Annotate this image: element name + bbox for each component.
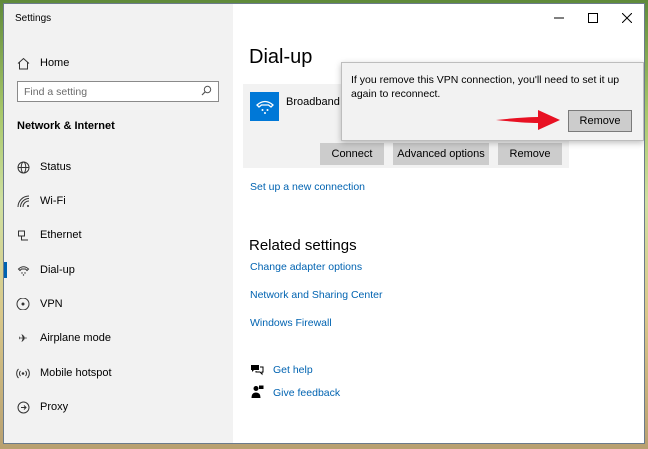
get-help-link[interactable]: Get help [273, 364, 313, 376]
sidebar-item-vpn[interactable]: VPN [4, 291, 233, 317]
sidebar-item-proxy[interactable]: Proxy [4, 394, 233, 420]
minimize-icon[interactable] [542, 4, 576, 32]
flyout-message: If you remove this VPN connection, you'l… [351, 74, 620, 100]
globe-icon [16, 160, 30, 174]
section-title: Network & Internet [17, 120, 115, 132]
close-icon[interactable] [610, 4, 644, 32]
sidebar-item-label: Dial-up [40, 264, 75, 276]
sidebar-item-hotspot[interactable]: Mobile hotspot [4, 360, 233, 386]
wifi-icon [16, 194, 30, 208]
dialup-connection-icon [250, 92, 279, 121]
window-title: Settings [15, 13, 52, 24]
sidebar-item-label: Proxy [40, 401, 69, 413]
give-feedback-icon [250, 385, 264, 399]
red-arrow-annotation [496, 110, 560, 130]
sidebar-item-label: Wi-Fi [40, 195, 66, 207]
maximize-icon[interactable] [576, 4, 610, 32]
proxy-icon [16, 400, 30, 414]
sidebar-item-label: Airplane mode [40, 332, 111, 344]
window-controls [542, 4, 644, 32]
remove-confirmation-flyout: If you remove this VPN connection, you'l… [341, 62, 644, 141]
sidebar-item-label: VPN [40, 298, 63, 310]
home-label: Home [40, 57, 70, 69]
vpn-icon [16, 297, 30, 311]
dialup-icon [16, 263, 30, 277]
search-placeholder: Find a setting [24, 85, 88, 98]
sidebar-item-label: Ethernet [40, 229, 82, 241]
sidebar-item-wifi[interactable]: Wi-Fi [4, 188, 233, 214]
search-icon [201, 85, 212, 99]
windows-firewall-link[interactable]: Windows Firewall [250, 317, 332, 329]
sidebar-item-label: Mobile hotspot [40, 367, 112, 379]
connect-button[interactable]: Connect [320, 143, 384, 165]
confirm-remove-button[interactable]: Remove [568, 110, 632, 132]
sidebar-item-airplane[interactable]: ✈ Airplane mode [4, 325, 233, 351]
related-settings-heading: Related settings [249, 237, 357, 254]
sidebar-item-status[interactable]: Status [4, 154, 233, 180]
sidebar-item-label: Status [40, 161, 72, 173]
sidebar-item-dialup[interactable]: Dial-up [4, 257, 233, 283]
home-icon [16, 56, 30, 70]
remove-button[interactable]: Remove [498, 143, 562, 165]
hotspot-icon [16, 366, 30, 380]
change-adapter-options-link[interactable]: Change adapter options [250, 261, 362, 273]
page-title: Dial-up [249, 46, 313, 68]
advanced-options-button[interactable]: Advanced options [393, 143, 489, 165]
search-input[interactable]: Find a setting [17, 81, 219, 102]
get-help-icon [250, 362, 264, 376]
setup-new-connection-link[interactable]: Set up a new connection [250, 181, 365, 193]
sidebar: Settings Home Find a setting Network & I… [4, 4, 233, 443]
ethernet-icon [16, 228, 30, 242]
home-nav-item[interactable]: Home [4, 50, 233, 76]
give-feedback-link[interactable]: Give feedback [273, 387, 340, 399]
settings-window: Settings Home Find a setting Network & I… [4, 4, 644, 443]
sidebar-item-ethernet[interactable]: Ethernet [4, 222, 233, 248]
airplane-icon: ✈ [18, 332, 28, 345]
network-sharing-center-link[interactable]: Network and Sharing Center [250, 289, 383, 301]
